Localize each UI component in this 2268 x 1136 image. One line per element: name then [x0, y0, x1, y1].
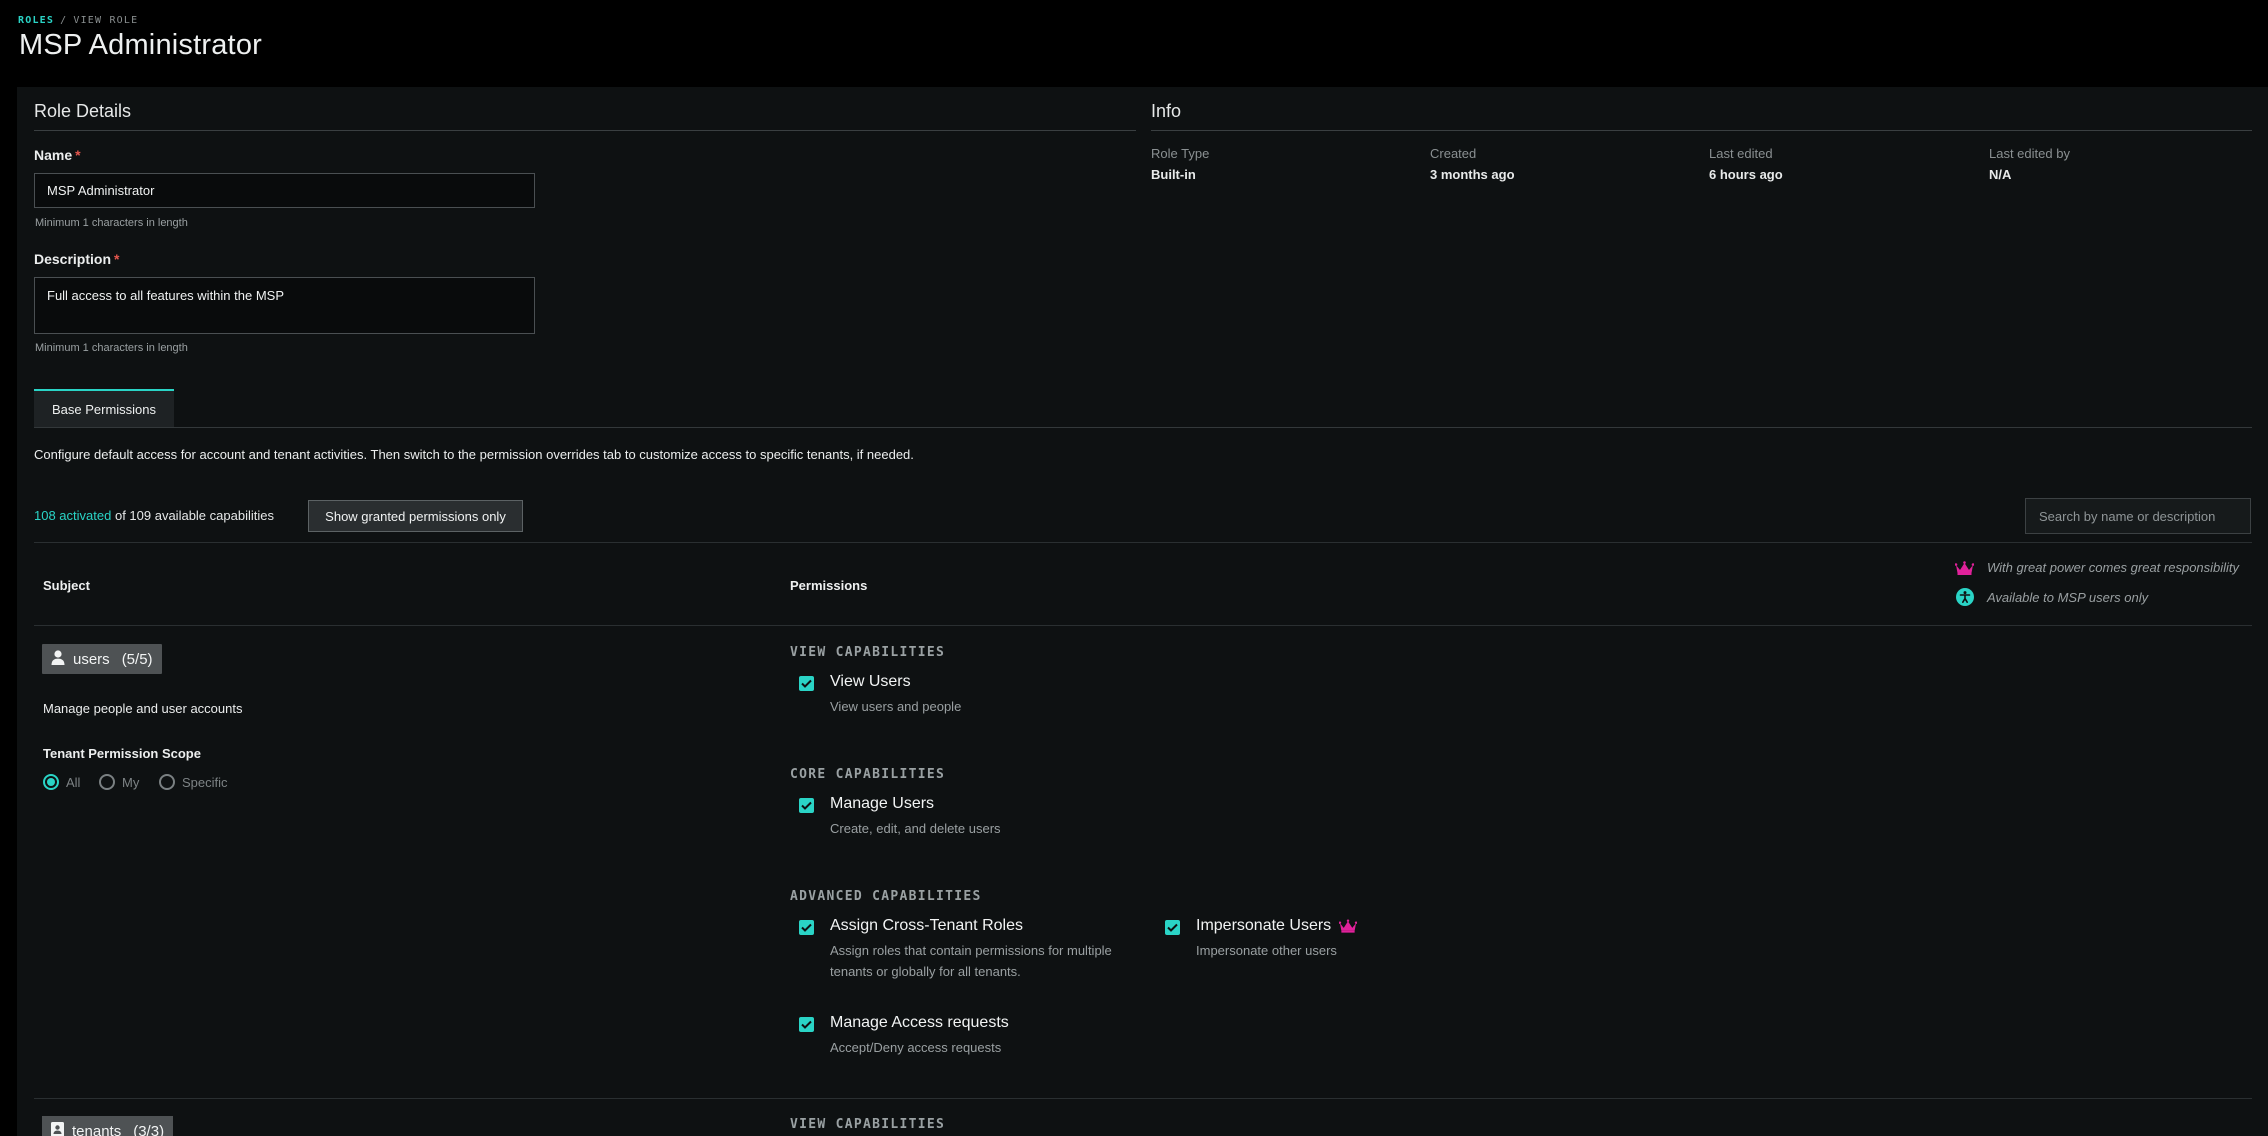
created-value: 3 months ago [1430, 167, 1515, 182]
required-mark: * [75, 147, 81, 163]
capability-manage-users[interactable]: Manage Users Create, edit, and delete us… [799, 795, 1139, 845]
capability-name: Assign Cross-Tenant Roles [830, 917, 1023, 934]
role-details-heading: Role Details [34, 101, 1136, 131]
crown-icon [1955, 560, 1974, 575]
legend-msp-only-text: Available to MSP users only [1987, 589, 2149, 605]
capability-name: View Users [830, 673, 911, 690]
breadcrumb: ROLES / VIEW ROLE [18, 15, 138, 26]
capability-counter: 108 activated of 109 available capabilit… [34, 508, 274, 523]
breadcrumb-roles-link[interactable]: ROLES [18, 15, 54, 26]
info-created: Created 3 months ago [1430, 146, 1515, 182]
core-capabilities-title: CORE CAPABILITIES [790, 767, 946, 782]
checkbox-checked-icon[interactable] [799, 1017, 814, 1032]
subject-badge-tenants: tenants (3/3) [42, 1116, 174, 1136]
checkbox-checked-icon[interactable] [1165, 920, 1180, 935]
last-edited-value: 6 hours ago [1709, 167, 1783, 182]
info-role-type: Role Type Built-in [1151, 146, 1209, 182]
name-label: Name * [34, 147, 81, 163]
last-edited-label: Last edited [1709, 146, 1773, 161]
checkbox-checked-icon[interactable] [799, 920, 814, 935]
accessibility-icon [1955, 588, 1974, 606]
capability-description: Create, edit, and delete users [830, 821, 1001, 836]
search-input[interactable] [2025, 498, 2251, 534]
capability-manage-access-requests[interactable]: Manage Access requests Accept/Deny acces… [799, 1014, 1139, 1064]
info-last-edited-by: Last edited by N/A [1989, 146, 2070, 182]
view-capabilities-title: VIEW CAPABILITIES [790, 645, 946, 660]
name-label-text: Name [34, 147, 73, 163]
crown-icon [1339, 919, 1358, 933]
tab-divider [34, 427, 2252, 428]
legend-power-text: With great power comes great responsibil… [1987, 560, 2240, 575]
scope-option-all[interactable]: All [43, 774, 80, 790]
capability-description: Impersonate other users [1196, 943, 1337, 958]
capability-name-row: Impersonate Users [1196, 917, 1358, 935]
divider [34, 625, 2252, 626]
checkbox-checked-icon[interactable] [799, 676, 814, 691]
capability-name: Manage Users [830, 795, 935, 812]
permissions-column-header: Permissions [790, 578, 868, 593]
capability-assign-cross-tenant-roles[interactable]: Assign Cross-Tenant Roles Assign roles t… [799, 917, 1139, 987]
last-edited-by-value: N/A [1989, 167, 2012, 182]
show-granted-only-button[interactable]: Show granted permissions only [308, 500, 523, 532]
scope-my-label: My [122, 774, 140, 790]
legend-msp-only: Available to MSP users only [1955, 588, 2148, 606]
permissions-intro: Configure default access for account and… [34, 447, 914, 462]
scope-specific-label: Specific [182, 774, 228, 790]
breadcrumb-separator: / [60, 15, 68, 26]
name-input[interactable] [34, 173, 535, 208]
role-type-label: Role Type [1151, 146, 1210, 161]
scope-option-specific[interactable]: Specific [159, 774, 228, 790]
description-hint: Minimum 1 characters in length [35, 342, 188, 354]
capability-name: Manage Access requests [830, 1014, 1009, 1031]
description-textarea[interactable]: Full access to all features within the M… [34, 277, 535, 334]
breadcrumb-current: VIEW ROLE [73, 15, 139, 26]
subject-badge-users: users (5/5) [42, 644, 162, 674]
subject-count: (3/3) [133, 1122, 165, 1136]
capability-description: View users and people [830, 699, 962, 714]
name-hint: Minimum 1 characters in length [35, 217, 188, 229]
legend-power: With great power comes great responsibil… [1955, 560, 2239, 575]
divider [34, 1098, 2252, 1099]
info-last-edited: Last edited 6 hours ago [1709, 146, 1783, 182]
subject-name: users [73, 650, 110, 668]
divider [34, 542, 2252, 543]
capability-view-users[interactable]: View Users View users and people [799, 673, 1139, 723]
description-label-text: Description [34, 251, 112, 267]
page-title: MSP Administrator [19, 29, 263, 61]
checkbox-checked-icon[interactable] [799, 798, 814, 813]
info-heading: Info [1151, 101, 2252, 131]
tab-base-permissions[interactable]: Base Permissions [34, 389, 174, 427]
radio-icon[interactable] [99, 774, 115, 790]
capability-description: Accept/Deny access requests [830, 1040, 1002, 1055]
capability-description: Assign roles that contain permissions fo… [830, 943, 1112, 979]
description-label: Description * [34, 251, 119, 267]
required-mark: * [114, 251, 120, 267]
role-type-value: Built-in [1151, 167, 1196, 182]
advanced-capabilities-title: ADVANCED CAPABILITIES [790, 889, 982, 904]
building-icon [51, 1121, 64, 1136]
person-icon [51, 649, 65, 669]
created-label: Created [1430, 146, 1477, 161]
subject-name: tenants [72, 1122, 122, 1136]
scope-all-label: All [66, 774, 81, 790]
activated-count: 108 activated [34, 508, 112, 523]
last-edited-by-label: Last edited by [1989, 146, 2070, 161]
scope-title: Tenant Permission Scope [43, 746, 201, 761]
view-capabilities-title: VIEW CAPABILITIES [790, 1117, 946, 1132]
available-count: of 109 available capabilities [114, 508, 274, 523]
radio-icon[interactable] [159, 774, 175, 790]
capability-name: Impersonate Users [1196, 917, 1332, 934]
scope-option-my[interactable]: My [99, 774, 139, 790]
subject-count: (5/5) [121, 650, 153, 668]
capability-impersonate-users[interactable]: Impersonate Users Impersonate other user… [1165, 917, 1485, 967]
subject-column-header: Subject [43, 578, 90, 593]
radio-selected-icon[interactable] [43, 774, 59, 790]
subject-description: Manage people and user accounts [43, 701, 243, 716]
